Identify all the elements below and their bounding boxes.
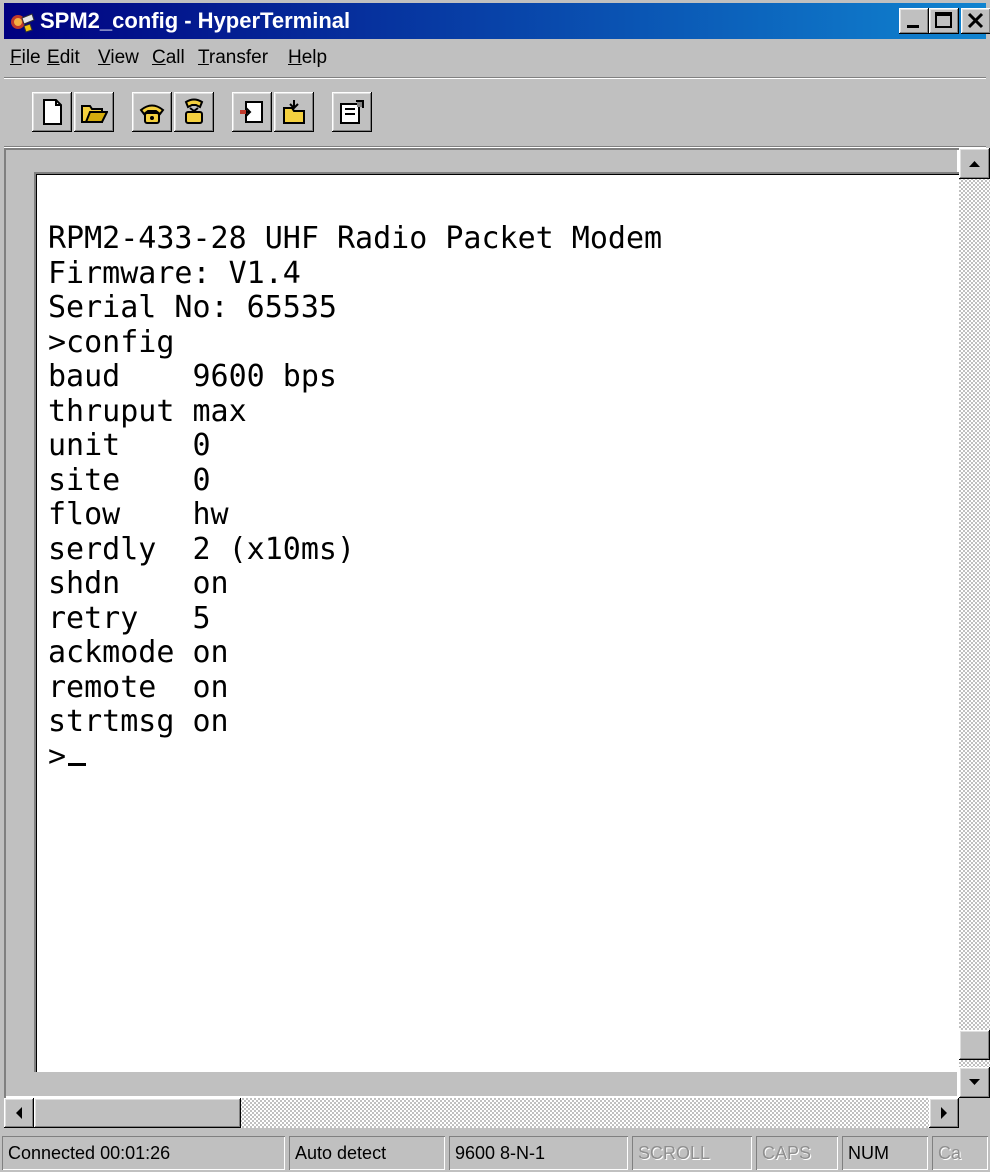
properties-icon — [340, 100, 364, 124]
status-port-settings: 9600 8-N-1 — [449, 1136, 628, 1170]
terminal-prompt: > — [48, 738, 67, 774]
menu-help[interactable]: Help — [288, 47, 327, 69]
disconnect-icon — [184, 98, 204, 124]
vertical-scrollbar[interactable] — [959, 148, 990, 1098]
new-connection-icon — [43, 99, 62, 125]
terminal-line: baud 9600 bps — [48, 359, 337, 394]
arrow-down-icon — [969, 1079, 980, 1085]
status-num: NUM — [842, 1136, 928, 1170]
terminal-line: >config — [48, 324, 175, 360]
terminal-line: site 0 — [48, 462, 211, 498]
menu-view[interactable]: View — [98, 47, 139, 69]
receive-button[interactable] — [274, 92, 314, 132]
text-cursor — [68, 762, 87, 766]
terminal-line: ackmode on — [48, 635, 229, 670]
horizontal-scroll-thumb[interactable] — [34, 1098, 241, 1128]
open-button[interactable] — [74, 92, 114, 132]
scroll-left-button[interactable] — [4, 1098, 34, 1128]
terminal-prompt-line: > — [48, 738, 662, 775]
title-bar[interactable]: SPM2_config - HyperTerminal — [4, 3, 990, 39]
scroll-down-button[interactable] — [959, 1067, 990, 1098]
terminal-line: thruput max — [48, 393, 247, 429]
arrow-up-icon — [969, 161, 980, 167]
menu-transfer[interactable]: Transfer — [198, 47, 268, 69]
minimize-icon — [907, 25, 919, 28]
terminal-line: flow hw — [48, 497, 229, 532]
connect-icon — [139, 104, 165, 124]
status-capture: Ca — [932, 1136, 988, 1170]
connect-button[interactable] — [132, 92, 172, 132]
scroll-right-button[interactable] — [929, 1098, 959, 1128]
vertical-scroll-thumb[interactable] — [959, 1030, 990, 1060]
menu-divider — [4, 77, 986, 79]
terminal-output: RPM2-433-28 UHF Radio Packet Modem Firmw… — [48, 221, 663, 775]
hyperterminal-window: SPM2_config - HyperTerminal File Edit Vi… — [0, 0, 990, 1172]
menu-file[interactable]: File — [10, 47, 41, 69]
scroll-up-button[interactable] — [959, 148, 990, 179]
terminal-line: retry 5 — [48, 600, 211, 636]
arrow-left-icon — [16, 1107, 22, 1119]
terminal-line: RPM2-433-28 UHF Radio Packet Modem — [48, 221, 663, 256]
status-emulation: Auto detect — [289, 1136, 445, 1170]
minimize-button[interactable] — [899, 8, 929, 34]
status-caps: CAPS — [756, 1136, 838, 1170]
status-bar: Connected 00:01:26 Auto detect 9600 8-N-… — [0, 1133, 990, 1172]
menu-bar: File Edit View Call Transfer Help — [4, 41, 986, 73]
close-icon — [967, 12, 984, 29]
horizontal-scrollbar[interactable] — [4, 1098, 959, 1128]
disconnect-button[interactable] — [174, 92, 214, 132]
maximize-icon — [935, 12, 952, 28]
menu-call[interactable]: Call — [152, 47, 185, 69]
menu-edit[interactable]: Edit — [47, 47, 80, 69]
new-connection-button[interactable] — [32, 92, 72, 132]
arrow-right-icon — [941, 1107, 947, 1119]
terminal-line: Serial No: 65535 — [48, 290, 337, 325]
send-button[interactable] — [232, 92, 272, 132]
open-icon — [81, 105, 108, 123]
close-button[interactable] — [961, 8, 990, 34]
properties-button[interactable] — [332, 92, 372, 132]
receive-icon — [283, 100, 305, 124]
status-connection: Connected 00:01:26 — [2, 1136, 285, 1170]
send-icon — [240, 101, 263, 123]
terminal-line: shdn on — [48, 566, 229, 601]
terminal-line: Firmware: V1.4 — [48, 255, 301, 291]
phone-icon[interactable] — [10, 8, 36, 34]
maximize-button[interactable] — [929, 8, 959, 34]
terminal-line: remote on — [48, 669, 229, 705]
status-scroll: SCROLL — [632, 1136, 752, 1170]
toolbar — [4, 84, 986, 144]
scrollbar-corner — [959, 1098, 990, 1128]
terminal-line: unit 0 — [48, 428, 211, 463]
window-title: SPM2_config - HyperTerminal — [40, 8, 351, 33]
terminal-line: serdly 2 (x10ms) — [48, 531, 356, 567]
terminal-line: strtmsg on — [48, 704, 229, 739]
